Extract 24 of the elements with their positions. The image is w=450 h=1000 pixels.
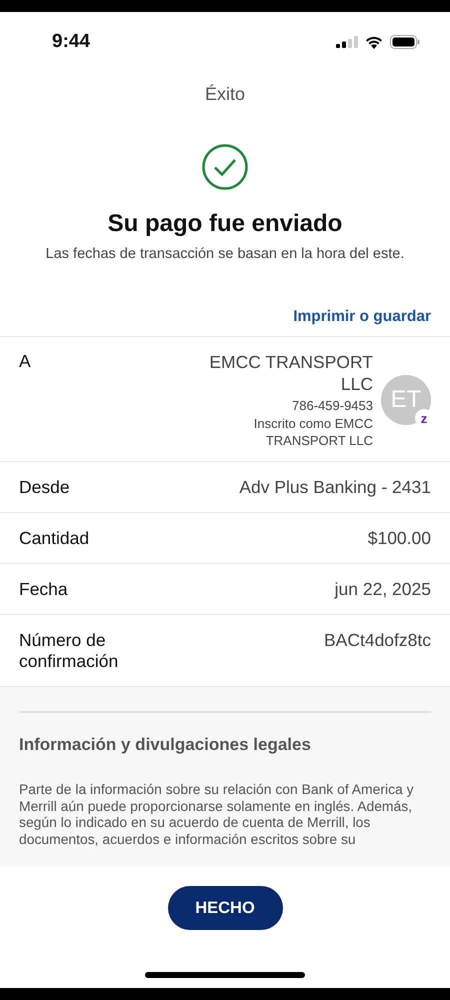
row-label: Desde <box>19 477 71 498</box>
row-value: $100.00 <box>368 528 431 549</box>
page-title: Éxito <box>204 84 246 104</box>
print-save-link[interactable]: Imprimir o guardar <box>293 308 431 326</box>
recipient-enrolled-name: Inscrito como EMCC TRANSPORT LLC <box>252 415 373 449</box>
row-label: Fecha <box>19 579 69 600</box>
row-value: Adv Plus Banking - 2431 <box>239 477 431 498</box>
done-button[interactable]: HECHO <box>168 886 282 930</box>
status-time: 9:44 <box>52 31 90 53</box>
recipient-phone: 786-459-9453 <box>292 397 373 414</box>
wifi-icon <box>365 36 383 48</box>
check-circle-icon <box>202 144 248 190</box>
success-title: Su pago fue enviado <box>108 210 342 238</box>
row-value: jun 22, 2025 <box>334 579 431 600</box>
legal-title: Información y divulgaciones legales <box>19 735 312 755</box>
row-label: A <box>19 351 31 372</box>
row-value: BACt4dofz8tc <box>324 630 431 651</box>
legal-text: Parte de la información sobre su relación con Bank of America y Merrill aún puede proporcionarse solamente en inglés. Además, según lo indicado en su acuerdo de cuenta de Merrill, los documentos, acuerdos e información escritos sobre su <box>19 781 415 847</box>
signal-icon <box>336 36 358 48</box>
row-label: Número de confirmación <box>19 630 120 672</box>
recipient-name: EMCC TRANSPORT LLC <box>208 351 373 395</box>
battery-icon <box>390 35 420 49</box>
row-label: Cantidad <box>19 528 90 549</box>
success-subtitle: Las fechas de transacción se basan en la hora del este. <box>46 246 404 262</box>
